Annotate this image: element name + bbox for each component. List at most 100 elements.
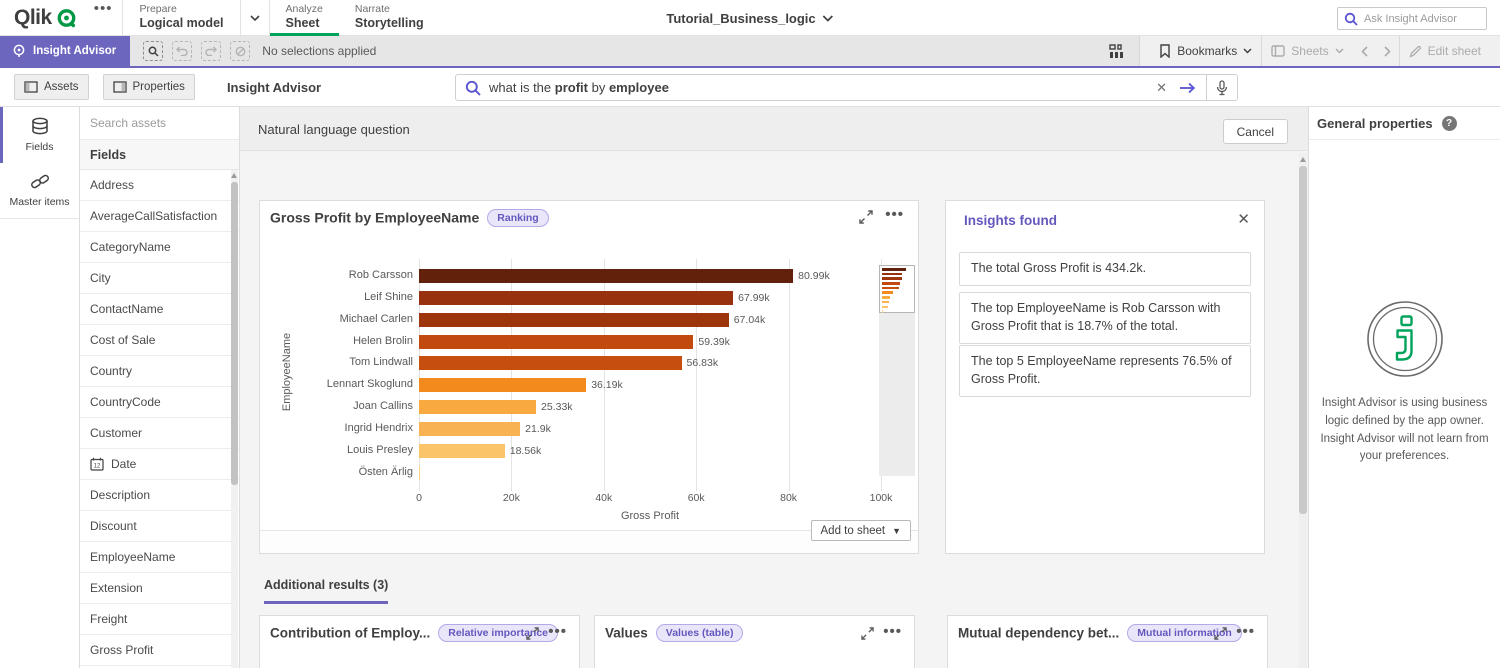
result-card-contribution[interactable]: Contribution of Employ...Relative import… bbox=[259, 615, 580, 668]
tab-additional-results[interactable]: Additional results (3) bbox=[264, 578, 388, 604]
additional-results-tabs: Additional results (3) bbox=[240, 573, 1308, 603]
bookmarks-button[interactable]: Bookmarks bbox=[1150, 36, 1261, 66]
microphone-icon[interactable] bbox=[1206, 75, 1237, 100]
bar[interactable] bbox=[419, 444, 505, 458]
search-icon bbox=[465, 80, 481, 96]
gridline bbox=[789, 259, 790, 491]
field-item[interactable]: Freight bbox=[80, 604, 239, 635]
bar-value-label: 18.56k bbox=[510, 445, 542, 457]
help-icon[interactable]: ? bbox=[1442, 116, 1457, 131]
result-card-mutual-dependency[interactable]: Mutual dependency bet...Mutual informati… bbox=[947, 615, 1268, 668]
field-item-label: Discount bbox=[90, 519, 137, 533]
field-item[interactable]: Discount bbox=[80, 511, 239, 542]
properties-panel-title: General properties bbox=[1317, 116, 1433, 131]
sheets-button[interactable]: Sheets bbox=[1262, 36, 1352, 66]
sheet-grid-icon[interactable] bbox=[1095, 44, 1139, 59]
qlik-logo[interactable]: Qlik bbox=[0, 0, 88, 35]
redo-icon[interactable] bbox=[201, 41, 221, 61]
card-menu-icon[interactable]: ••• bbox=[1236, 623, 1255, 640]
tab-prepare[interactable]: Prepare Logical model bbox=[122, 0, 239, 35]
scroll-up-arrow[interactable] bbox=[1300, 157, 1306, 162]
panel-title: Insight Advisor bbox=[227, 80, 321, 95]
insight-advisor-button[interactable]: Insight Advisor bbox=[0, 36, 130, 66]
clear-selections-icon[interactable] bbox=[230, 41, 250, 61]
field-item[interactable]: 12Date bbox=[80, 449, 239, 480]
app-title-menu[interactable]: Tutorial_Business_logic bbox=[666, 0, 833, 36]
smart-search-icon[interactable] bbox=[143, 41, 163, 61]
x-axis-tick-label: 0 bbox=[399, 492, 439, 504]
bar[interactable] bbox=[419, 313, 729, 327]
scroll-up-arrow[interactable] bbox=[231, 173, 237, 178]
database-icon bbox=[30, 117, 50, 136]
field-item[interactable]: Customer bbox=[80, 418, 239, 449]
more-menu-icon[interactable]: ••• bbox=[88, 0, 123, 35]
bar[interactable] bbox=[419, 356, 682, 370]
bar-value-label: 36.19k bbox=[591, 379, 623, 391]
rail-item-master-items[interactable]: Master items bbox=[0, 163, 79, 219]
bar[interactable] bbox=[419, 422, 520, 436]
clear-query-icon[interactable]: ✕ bbox=[1146, 80, 1177, 96]
x-axis-tick-label: 60k bbox=[676, 492, 716, 504]
main-scrollbar[interactable] bbox=[1299, 153, 1307, 668]
assets-scrollbar[interactable] bbox=[231, 170, 238, 668]
rail-item-fields[interactable]: Fields bbox=[0, 107, 79, 163]
selection-tools bbox=[143, 41, 250, 61]
bar-chart[interactable]: 020k40k60k80k100kRob Carsson80.99kLeif S… bbox=[260, 201, 920, 531]
bar[interactable] bbox=[419, 269, 793, 283]
tab-narrate[interactable]: Narrate Storytelling bbox=[339, 0, 440, 35]
bar[interactable] bbox=[419, 466, 420, 480]
field-item[interactable]: Country bbox=[80, 356, 239, 387]
card-menu-icon[interactable]: ••• bbox=[883, 623, 902, 640]
svg-text:12: 12 bbox=[94, 464, 101, 470]
tab-analyze[interactable]: Analyze Sheet bbox=[270, 0, 339, 35]
bar[interactable] bbox=[419, 378, 586, 392]
assets-toggle-button[interactable]: Assets bbox=[14, 74, 89, 100]
card-menu-icon[interactable]: ••• bbox=[548, 623, 567, 640]
expand-icon[interactable] bbox=[861, 627, 874, 640]
field-item[interactable]: CategoryName bbox=[80, 232, 239, 263]
x-axis-tick-label: 40k bbox=[584, 492, 624, 504]
field-item-label: Description bbox=[90, 488, 150, 502]
field-item[interactable]: City bbox=[80, 263, 239, 294]
field-item[interactable]: Extension bbox=[80, 573, 239, 604]
main-scrollbar-thumb[interactable] bbox=[1299, 166, 1307, 514]
ask-insight-advisor-search[interactable]: Ask Insight Advisor bbox=[1337, 7, 1487, 30]
field-item[interactable]: Description bbox=[80, 480, 239, 511]
field-item[interactable]: EmployeeName bbox=[80, 542, 239, 573]
properties-toggle-button[interactable]: Properties bbox=[103, 74, 195, 100]
previous-sheet-icon[interactable] bbox=[1353, 36, 1376, 66]
search-assets-input[interactable]: Search assets bbox=[80, 107, 239, 140]
add-to-sheet-button[interactable]: Add to sheet ▼ bbox=[811, 520, 912, 541]
selections-bar: Insight Advisor No selections applied bbox=[0, 36, 1500, 68]
bar[interactable] bbox=[419, 291, 733, 305]
general-properties-panel: General properties ? Insight Advisor is … bbox=[1308, 107, 1500, 668]
nl-question-input[interactable]: what is the profit by employee ✕ bbox=[455, 74, 1238, 101]
next-sheet-icon[interactable] bbox=[1376, 36, 1399, 66]
chart-minimap[interactable] bbox=[879, 265, 915, 313]
field-item[interactable]: Gross Profit bbox=[80, 635, 239, 666]
result-card-values[interactable]: ValuesValues (table) ••• bbox=[594, 615, 915, 668]
field-item[interactable]: Address bbox=[80, 170, 239, 201]
pencil-icon bbox=[1409, 45, 1422, 58]
close-icon[interactable]: ✕ bbox=[1237, 210, 1250, 228]
calendar-icon: 12 bbox=[90, 457, 104, 471]
bar-value-label: 59.39k bbox=[698, 336, 730, 348]
field-item[interactable]: CountryCode bbox=[80, 387, 239, 418]
bar[interactable] bbox=[419, 335, 693, 349]
field-item[interactable]: AverageCallSatisfaction bbox=[80, 201, 239, 232]
expand-icon[interactable] bbox=[526, 627, 539, 640]
cancel-button[interactable]: Cancel bbox=[1223, 119, 1288, 144]
submit-query-icon[interactable] bbox=[1177, 82, 1206, 94]
expand-icon[interactable] bbox=[1214, 627, 1227, 640]
prepare-dropdown-button[interactable] bbox=[240, 0, 270, 35]
sheets-label: Sheets bbox=[1291, 44, 1328, 58]
bar[interactable] bbox=[419, 400, 536, 414]
field-item[interactable]: Cost of Sale bbox=[80, 325, 239, 356]
field-item-label: Address bbox=[90, 178, 134, 192]
undo-icon[interactable] bbox=[172, 41, 192, 61]
assets-scrollbar-thumb[interactable] bbox=[231, 182, 238, 485]
bar-value-label: 56.83k bbox=[687, 357, 719, 369]
field-item[interactable]: ContactName bbox=[80, 294, 239, 325]
insight-advisor-info-icon bbox=[1365, 299, 1445, 379]
edit-sheet-button[interactable]: Edit sheet bbox=[1400, 36, 1490, 66]
